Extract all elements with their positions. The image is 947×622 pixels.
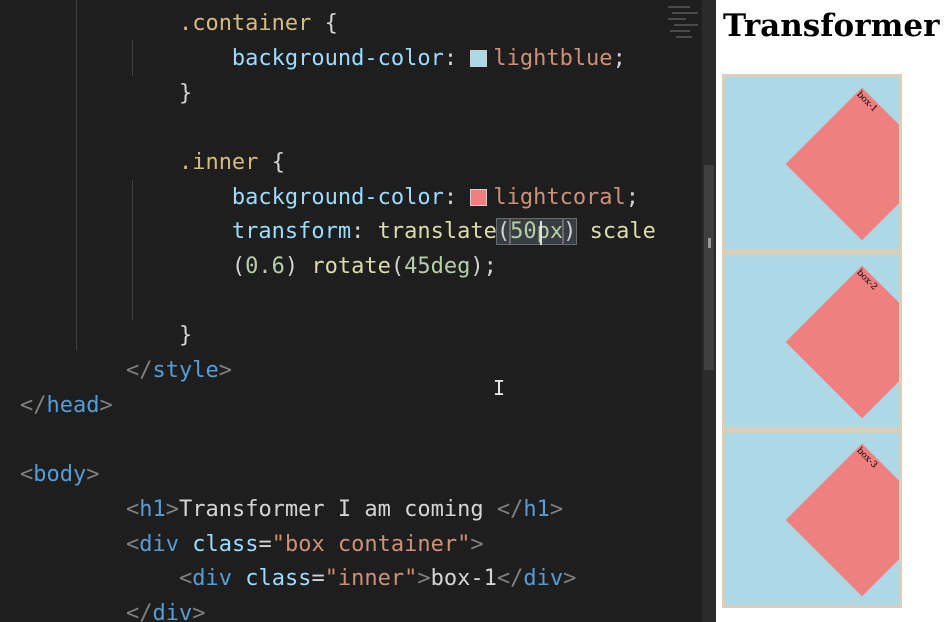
split-grip-icon[interactable] [708, 238, 711, 248]
scrollbar-thumb[interactable] [704, 165, 714, 370]
box-container-2: box-2 [722, 252, 902, 430]
code-line-1: .container { [178, 11, 338, 36]
code-line-10: </style> [125, 358, 232, 383]
box-container-3: box-3 [722, 430, 902, 608]
code-line-5: .inner { [178, 150, 285, 175]
minimap[interactable] [664, 0, 702, 50]
color-swatch-lightcoral[interactable] [470, 189, 488, 206]
code-editor[interactable]: .container { background-color: lightblue… [0, 0, 702, 622]
code-line-9: } [178, 323, 193, 348]
inner-box: box-1 [785, 87, 899, 241]
code-line-2: background-color: lightblue; [231, 46, 626, 71]
code-line-14: <h1>Transformer I am coming </h1> [125, 497, 564, 522]
box-container-1: box-1 [722, 74, 902, 252]
code-line-7-wrap: (0.6) rotate(45deg); [231, 254, 497, 279]
inner-box: box-3 [785, 443, 899, 597]
code-line-6: background-color: lightcoral; [231, 185, 640, 210]
code-line-17: </div> [125, 601, 206, 622]
inner-box: box-2 [785, 265, 899, 419]
code-line-3: } [178, 81, 193, 106]
code-line-15: <div class="box container"> [125, 532, 484, 557]
selected-value: 50px [509, 218, 565, 245]
editor-scrollbar[interactable] [702, 0, 716, 622]
mouse-ibeam-icon: I [493, 376, 506, 400]
browser-preview: Transformer I box-1 box-2 box-3 [716, 0, 947, 622]
color-swatch-lightblue[interactable] [470, 50, 488, 67]
code-line-16: <div class="inner">box-1</div> [178, 566, 577, 591]
text-cursor [540, 221, 542, 245]
code-line-11: </head> [20, 393, 113, 418]
code-line-7: transform: translate(50px) scale [231, 218, 656, 245]
page-title: Transformer I [723, 8, 947, 44]
code-line-13: <body> [20, 462, 100, 487]
